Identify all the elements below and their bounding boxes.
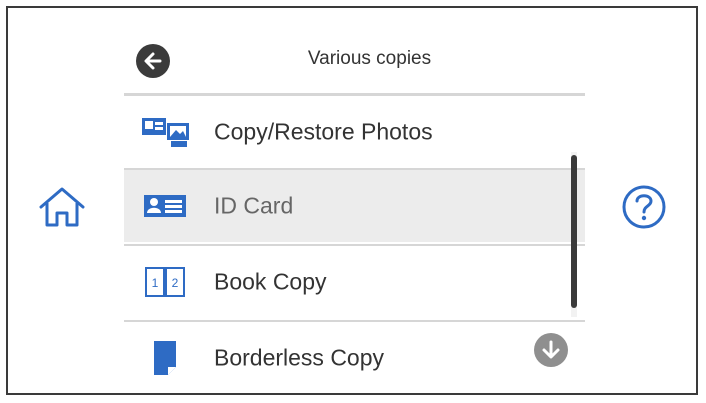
book-page-number: 1 [152,276,159,290]
back-button[interactable] [136,44,170,78]
question-circle-icon [622,185,666,229]
menu-item-borderless-copy[interactable]: Borderless Copy [124,322,585,393]
borderless-page-icon [138,340,192,376]
menu-item-copy-restore-photos[interactable]: Copy/Restore Photos [124,96,585,168]
copy-options-list: Copy/Restore Photos ID Card 1 2 Book Cop… [124,96,585,393]
id-card-icon [138,188,192,224]
menu-item-book-copy[interactable]: 1 2 Book Copy [124,246,585,318]
menu-item-label: Copy/Restore Photos [214,118,433,145]
book-pages-icon: 1 2 [138,264,192,300]
arrow-left-circle-icon [144,52,162,70]
home-button[interactable] [34,182,90,232]
scroll-down-button[interactable] [534,333,568,367]
menu-item-id-card[interactable]: ID Card [124,170,585,242]
photos-icon [138,114,192,150]
page-title: Various copies [307,48,432,69]
menu-item-label: Borderless Copy [214,344,385,371]
arrow-down-circle-icon [542,340,560,359]
menu-item-label: Book Copy [214,268,327,295]
screen-header: Various copies [124,30,585,90]
help-button[interactable] [617,182,671,232]
book-page-number: 2 [172,276,179,290]
home-icon [39,187,85,227]
menu-item-label: ID Card [214,192,294,219]
scrollbar-thumb[interactable] [571,155,577,308]
